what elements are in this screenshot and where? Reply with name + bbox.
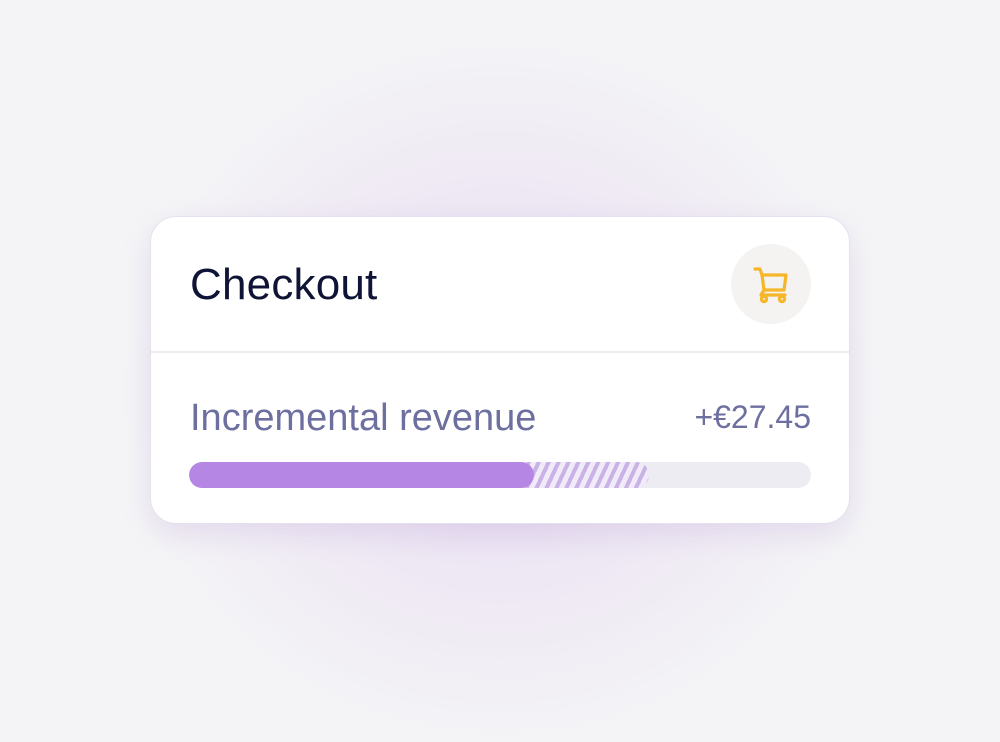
shopping-cart-icon [753, 267, 788, 304]
metric-label: Incremental revenue [190, 397, 537, 439]
metric-value: +€27.45 [694, 399, 811, 435]
cart-icon-badge [731, 244, 811, 324]
card-header: Checkout [151, 217, 849, 353]
card-title: Checkout [190, 260, 378, 309]
revenue-progress-bar [189, 462, 811, 488]
card-body: Incremental revenue +€27.45 [151, 353, 849, 525]
progress-fill [189, 462, 535, 488]
checkout-card: Checkout Incremental revenue +€27.45 [150, 216, 850, 524]
